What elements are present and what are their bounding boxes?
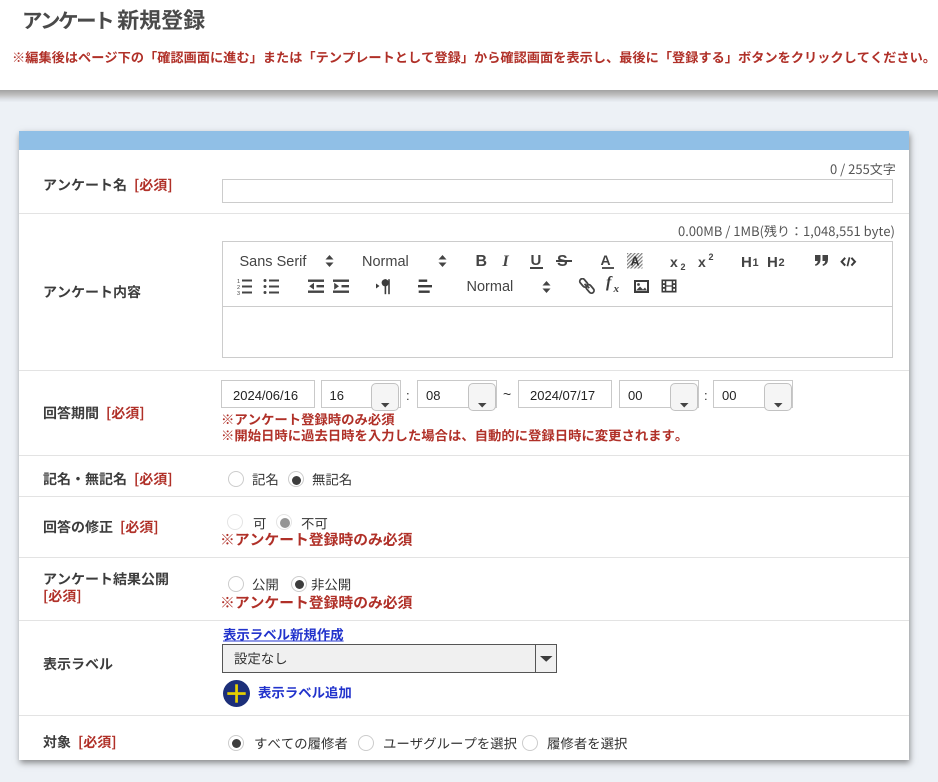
svg-text:A: A xyxy=(630,254,639,268)
svg-text:3: 3 xyxy=(237,291,240,295)
